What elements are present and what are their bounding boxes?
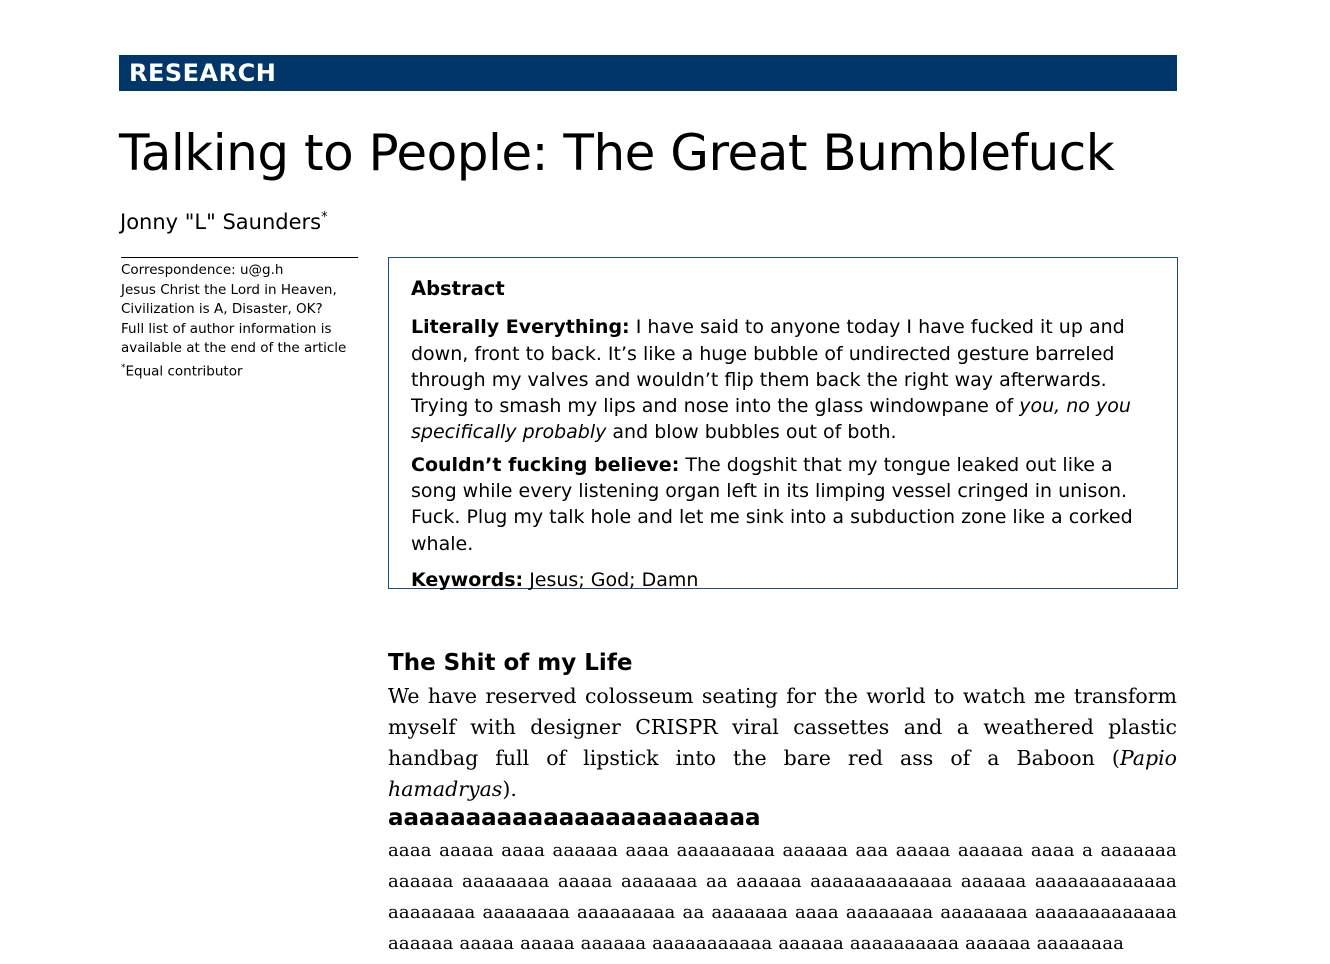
affiliation-line-2: Civilization is A, Disaster, OK? — [121, 301, 323, 318]
abstract-paragraph-1: Literally Everything: I have said to any… — [411, 314, 1155, 445]
banner-label: RESEARCH — [129, 59, 277, 87]
section-2-heading: aaaaaaaaaaaaaaaaaaaaaaaa — [388, 805, 761, 831]
abstract-box: Abstract Literally Everything: I have sa… — [388, 257, 1178, 591]
abstract-label-2: Couldn’t fucking believe: — [411, 453, 680, 476]
abstract-text-1b: and blow bubbles out of both. — [606, 421, 897, 444]
section-1-text-a: We have reserved colosseum seating for t… — [388, 684, 1177, 770]
correspondence: Correspondence: u@g.h — [121, 262, 284, 278]
abstract-label-1: Literally Everything: — [411, 316, 630, 339]
article-title: Talking to People: The Great Bumblefuck — [119, 124, 1115, 182]
author-line: Jonny "L" Saunders* — [120, 203, 328, 237]
section-1-heading: The Shit of my Life — [388, 650, 633, 676]
section-2-paragraph: aaaa aaaaa aaaa aaaaaa aaaa aaaaaaaaa aa… — [388, 840, 1177, 954]
author-sidenote: Correspondence: u@g.h Jesus Christ the L… — [121, 257, 358, 382]
affiliation-line-1: Jesus Christ the Lord in Heaven, — [121, 281, 337, 298]
fulllist-line-1: Full list of author information is — [121, 320, 332, 337]
equal-contributor: *Equal contributor — [121, 359, 358, 382]
section-1-paragraph: We have reserved colosseum seating for t… — [388, 681, 1177, 805]
equal-text: Equal contributor — [125, 363, 243, 380]
author-mark: * — [321, 210, 328, 225]
keywords: Keywords: Jesus; God; Damn — [411, 567, 1155, 593]
keywords-label: Keywords: — [411, 568, 524, 591]
author-name: Jonny "L" Saunders — [120, 210, 322, 234]
section-1-text-b: ). — [502, 777, 517, 801]
section-banner: RESEARCH — [119, 55, 1177, 91]
abstract-heading: Abstract — [411, 277, 505, 300]
abstract-paragraph-2: Couldn’t fucking believe: The dogshit th… — [411, 452, 1155, 557]
keywords-text: Jesus; God; Damn — [523, 568, 699, 591]
fulllist-line-2: available at the end of the article — [121, 340, 347, 357]
